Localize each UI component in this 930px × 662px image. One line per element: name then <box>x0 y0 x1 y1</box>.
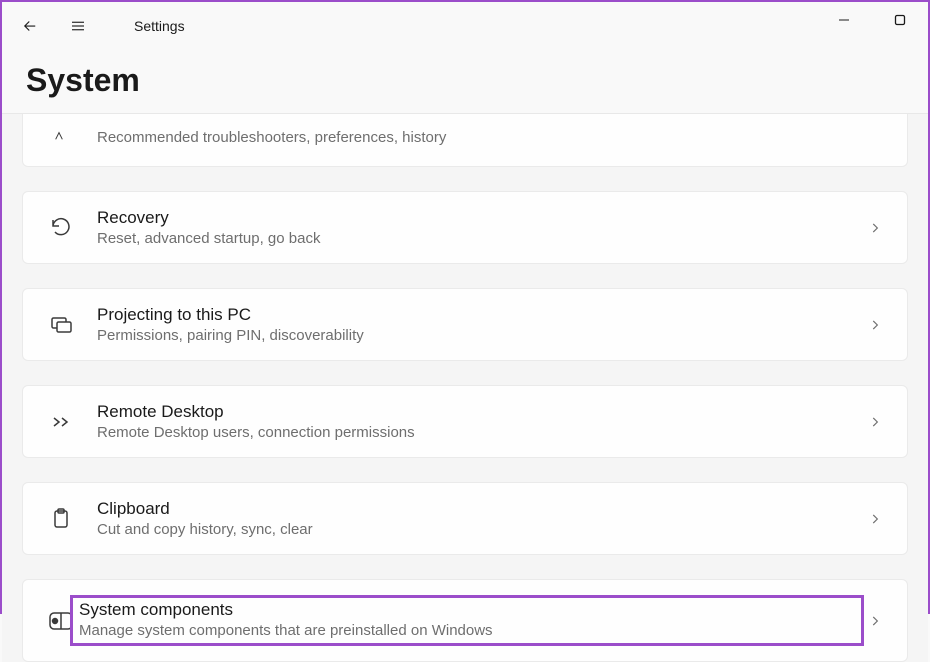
card-text: Clipboard Cut and copy history, sync, cl… <box>97 499 863 538</box>
chevron-right-icon <box>863 216 887 240</box>
chevron-right-icon <box>863 609 887 633</box>
setting-system-components[interactable]: System components Manage system componen… <box>22 579 908 662</box>
card-text: Recommended troubleshooters, preferences… <box>97 127 887 146</box>
card-title: Projecting to this PC <box>97 305 863 325</box>
hamburger-icon <box>69 17 87 35</box>
setting-remote-desktop[interactable]: Remote Desktop Remote Desktop users, con… <box>22 385 908 458</box>
card-subtitle: Cut and copy history, sync, clear <box>97 521 863 538</box>
card-title: System components <box>79 600 855 620</box>
back-button[interactable] <box>10 6 50 46</box>
window-controls <box>816 2 928 38</box>
card-title: Clipboard <box>97 499 863 519</box>
menu-button[interactable] <box>58 6 98 46</box>
chevron-right-icon <box>863 410 887 434</box>
card-title: Recovery <box>97 208 863 228</box>
maximize-icon <box>894 14 906 26</box>
settings-list: Recommended troubleshooters, preferences… <box>2 114 928 662</box>
chevron-right-icon <box>863 313 887 337</box>
titlebar-left: Settings <box>10 6 185 46</box>
setting-troubleshoot[interactable]: Recommended troubleshooters, preferences… <box>22 114 908 167</box>
card-subtitle: Reset, advanced startup, go back <box>97 230 863 247</box>
card-text: Recovery Reset, advanced startup, go bac… <box>97 208 863 247</box>
projecting-icon <box>43 307 79 343</box>
setting-projecting[interactable]: Projecting to this PC Permissions, pairi… <box>22 288 908 361</box>
chevron-right-icon <box>863 507 887 531</box>
maximize-button[interactable] <box>872 2 928 38</box>
card-subtitle: Remote Desktop users, connection permiss… <box>97 424 863 441</box>
card-subtitle: Manage system components that are preins… <box>79 622 855 639</box>
recovery-icon <box>43 210 79 246</box>
card-subtitle: Recommended troubleshooters, preferences… <box>97 129 887 146</box>
page-title: System <box>26 62 904 99</box>
remote-desktop-icon <box>43 404 79 440</box>
app-title: Settings <box>134 18 185 34</box>
back-arrow-icon <box>21 17 39 35</box>
card-title: Remote Desktop <box>97 402 863 422</box>
clipboard-icon <box>43 501 79 537</box>
card-subtitle: Permissions, pairing PIN, discoverabilit… <box>97 327 863 344</box>
setting-recovery[interactable]: Recovery Reset, advanced startup, go bac… <box>22 191 908 264</box>
setting-clipboard[interactable]: Clipboard Cut and copy history, sync, cl… <box>22 482 908 555</box>
page-header: System <box>2 50 928 114</box>
minimize-button[interactable] <box>816 2 872 38</box>
card-text: System components Manage system componen… <box>71 596 863 645</box>
wrench-icon <box>43 118 79 154</box>
minimize-icon <box>838 14 850 26</box>
titlebar: Settings <box>2 2 928 50</box>
card-text: Projecting to this PC Permissions, pairi… <box>97 305 863 344</box>
card-text: Remote Desktop Remote Desktop users, con… <box>97 402 863 441</box>
